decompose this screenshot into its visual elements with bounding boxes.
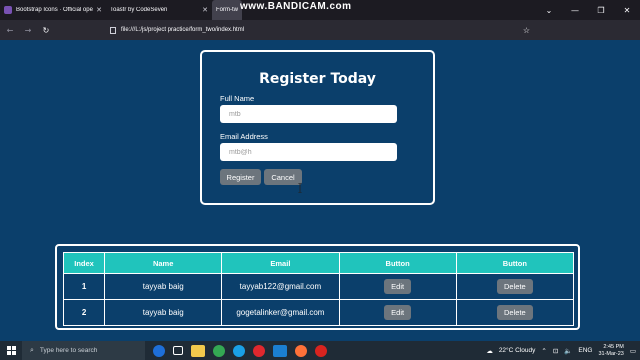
tab-label: Bootstrap Icons · Official open · [16, 7, 94, 13]
close-window-icon[interactable]: ✕ [614, 6, 640, 15]
back-arrow-icon[interactable]: ← [2, 26, 18, 35]
network-icon[interactable]: ⊡ [553, 347, 558, 355]
system-tray: ☁ 22°C Cloudy ⌃ ⊡ 🔈 ENG 2:45 PM 31-Mar-2… [486, 341, 636, 360]
cloud-icon: ☁ [486, 347, 493, 355]
url-text: file:///L:/js/project practice/form_two/… [121, 27, 245, 33]
table-row: 1 tayyab baig tayyab122@gmail.com Edit D… [62, 273, 575, 300]
users-table-card: Index Name Email Button Button 1 tayyab … [55, 244, 580, 330]
bookmark-star-icon[interactable]: ☆ [523, 26, 530, 35]
tab-form-two[interactable]: Form-two [212, 0, 242, 20]
row-edit-cell: Edit [338, 273, 457, 300]
address-bar[interactable]: file:///L:/js/project practice/form_two/… [110, 23, 540, 37]
bootstrap-favicon-icon [4, 6, 12, 14]
header-email: Email [221, 252, 340, 274]
clock[interactable]: 2:45 PM 31-Mar-23 [598, 344, 623, 358]
row-index: 2 [62, 299, 106, 326]
row-name: tayyab baig [104, 273, 223, 300]
file-explorer-icon[interactable] [191, 344, 205, 357]
search-icon: ⌕ [30, 346, 34, 354]
header-name: Name [104, 252, 223, 274]
tray-chevron-icon[interactable]: ⌃ [541, 347, 546, 355]
nav-toolbar: ← → ↻ file:///L:/js/project practice/for… [0, 20, 640, 52]
search-placeholder: Type here to search [39, 347, 98, 354]
tab-list-icon[interactable]: ⌄ [536, 6, 562, 15]
row-email: tayyab122@gmail.com [221, 273, 340, 300]
maximize-icon[interactable]: ❐ [588, 6, 614, 15]
table-header-row: Index Name Email Button Button [62, 252, 575, 274]
delete-button[interactable]: Delete [497, 279, 533, 294]
email-input[interactable] [220, 143, 397, 161]
register-form: Register Today Full Name Email Address R… [200, 50, 435, 205]
row-name: tayyab baig [104, 299, 223, 326]
full-name-input[interactable] [220, 105, 397, 123]
tab-label: Form-two [216, 7, 238, 13]
chrome-icon[interactable] [213, 344, 225, 357]
edge-icon[interactable] [233, 344, 245, 357]
opera-icon[interactable] [253, 344, 265, 357]
minimize-icon[interactable]: — [562, 6, 588, 15]
form-title: Register Today [259, 71, 376, 87]
forward-arrow-icon[interactable]: → [20, 26, 36, 35]
header-button-edit: Button [338, 252, 457, 274]
close-tab-icon[interactable]: ✕ [202, 6, 208, 14]
row-edit-cell: Edit [338, 299, 457, 326]
edit-button[interactable]: Edit [384, 305, 412, 320]
register-button[interactable]: Register [220, 169, 261, 185]
users-table: Index Name Email Button Button 1 tayyab … [62, 252, 575, 326]
tab-bootstrap-icons[interactable]: Bootstrap Icons · Official open · ✕ [0, 0, 106, 20]
bandicam-icon[interactable] [315, 344, 327, 357]
table-row: 2 tayyab baig gogetalinker@gmail.com Edi… [62, 299, 575, 326]
taskbar-apps [153, 344, 327, 357]
recorder-watermark: www.BANDICAM.com [240, 1, 352, 12]
delete-button[interactable]: Delete [497, 305, 533, 320]
file-icon [110, 26, 116, 34]
row-delete-cell: Delete [455, 273, 575, 300]
reload-icon[interactable]: ↻ [38, 26, 54, 35]
clock-date: 31-Mar-23 [598, 350, 624, 357]
email-label: Email Address [220, 132, 268, 141]
tab-label: Toastr by CodeSeven [110, 7, 168, 13]
firefox-icon[interactable] [295, 344, 307, 357]
page-viewport: Register Today Full Name Email Address R… [0, 40, 640, 332]
task-view-icon[interactable] [173, 346, 183, 355]
row-index: 1 [62, 273, 106, 300]
window-controls: ⌄ — ❐ ✕ [536, 0, 640, 20]
tab-toastr[interactable]: Toastr by CodeSeven ✕ [106, 0, 212, 20]
language-indicator[interactable]: ENG [578, 347, 592, 354]
close-tab-icon[interactable]: ✕ [96, 6, 102, 14]
edit-button[interactable]: Edit [384, 279, 412, 294]
vscode-icon[interactable] [273, 344, 287, 357]
full-name-label: Full Name [220, 94, 255, 103]
clock-time: 2:45 PM [603, 343, 624, 350]
header-index: Index [62, 252, 106, 274]
volume-icon[interactable]: 🔈 [564, 347, 572, 355]
windows-logo-icon [6, 346, 16, 355]
cancel-button[interactable]: Cancel [264, 169, 302, 185]
start-button[interactable] [0, 341, 22, 360]
row-email: gogetalinker@gmail.com [221, 299, 340, 326]
taskbar-search[interactable]: ⌕ Type here to search [22, 341, 145, 360]
tab-bar: Bootstrap Icons · Official open · ✕ Toas… [0, 0, 640, 20]
row-delete-cell: Delete [455, 299, 575, 326]
header-button-delete: Button [455, 252, 575, 274]
text-cursor-icon [298, 183, 302, 193]
notification-icon[interactable]: ▭ [630, 347, 636, 355]
taskbar: ⌕ Type here to search ☁ 22°C Cloudy ⌃ ⊡ … [0, 341, 640, 360]
weather-text[interactable]: 22°C Cloudy [499, 347, 536, 354]
bing-icon[interactable] [153, 344, 165, 357]
